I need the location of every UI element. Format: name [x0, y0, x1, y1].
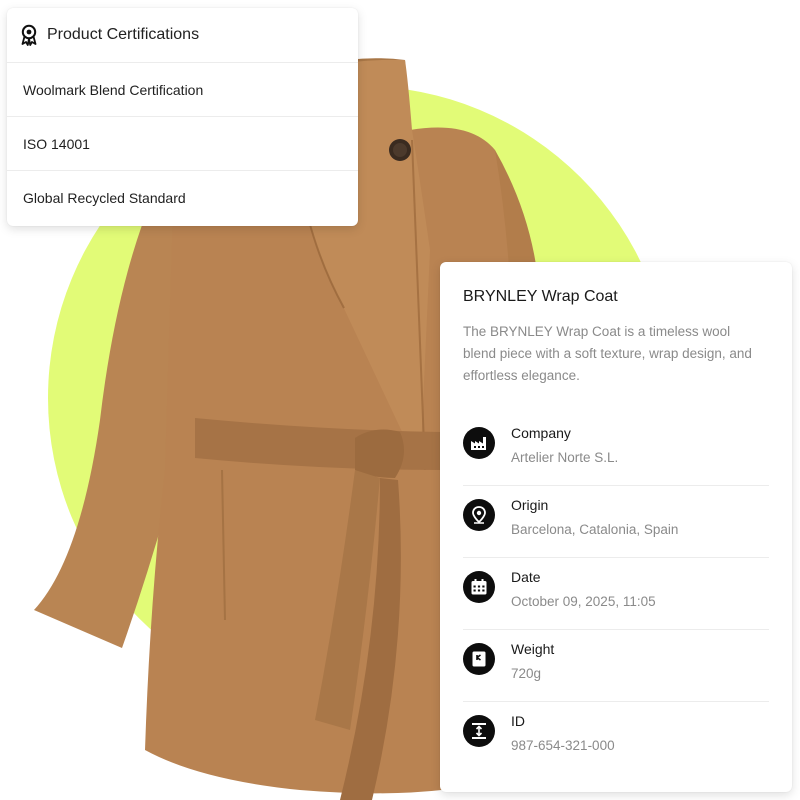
property-value: Artelier Norte S.L.: [511, 450, 619, 465]
calendar-icon: [463, 571, 495, 603]
certifications-header: Product Certifications: [7, 8, 358, 62]
product-title: BRYNLEY Wrap Coat: [463, 288, 618, 305]
certifications-title: Product Certifications: [47, 26, 200, 43]
property-date: Date October 09, 2025, 11:05: [463, 558, 769, 630]
property-value: Barcelona, Catalonia, Spain: [511, 522, 679, 537]
property-value: 720g: [511, 666, 542, 681]
property-value: October 09, 2025, 11:05: [511, 594, 656, 609]
property-id: ID 987-654-321-000: [463, 702, 769, 774]
property-origin: Origin Barcelona, Catalonia, Spain: [463, 486, 769, 558]
factory-icon: [463, 427, 495, 459]
property-weight: Weight 720g: [463, 630, 769, 702]
certifications-card: Product Certifications Woolmark Blend Ce…: [7, 8, 358, 226]
certification-item[interactable]: ISO 14001: [7, 116, 358, 170]
product-details-card: BRYNLEY Wrap Coat The BRYNLEY Wrap Coat …: [440, 262, 792, 792]
certification-item[interactable]: Woolmark Blend Certification: [7, 62, 358, 116]
property-label: Date: [511, 569, 541, 585]
property-company: Company Artelier Norte S.L.: [463, 414, 769, 486]
product-description: The BRYNLEY Wrap Coat is a timeless wool…: [463, 324, 752, 383]
property-label: Origin: [511, 497, 549, 513]
property-label: ID: [511, 713, 525, 729]
property-label: Weight: [511, 641, 555, 657]
weight-icon: [463, 643, 495, 675]
product-properties: Company Artelier Norte S.L. Origin Barce…: [463, 414, 769, 774]
property-value: 987-654-321-000: [511, 738, 615, 753]
location-pin-icon: [463, 499, 495, 531]
certification-item[interactable]: Global Recycled Standard: [7, 170, 358, 224]
property-label: Company: [511, 425, 571, 441]
award-ribbon-icon: [18, 24, 40, 46]
id-icon: [463, 715, 495, 747]
